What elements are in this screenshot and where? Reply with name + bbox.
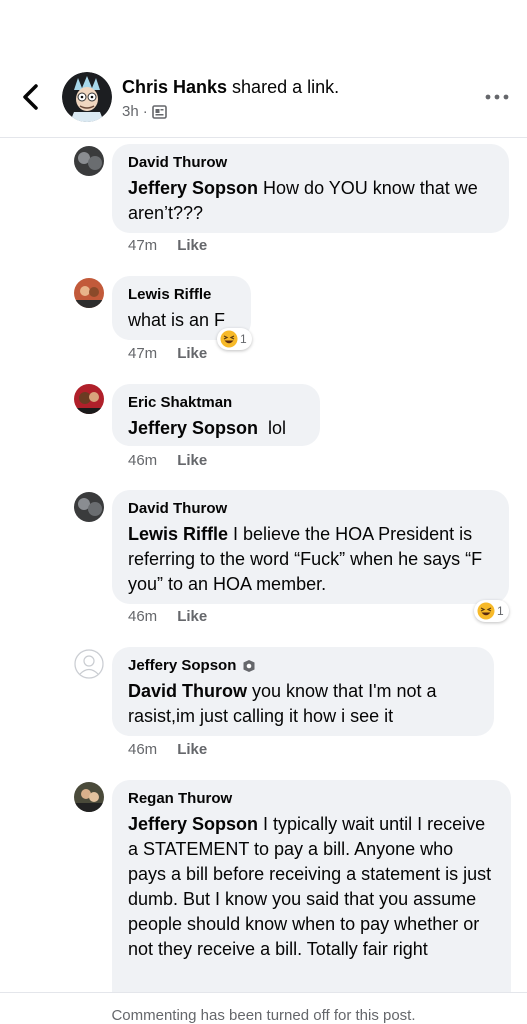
comment-text: David Thurow you know that I'm not a ras… [128, 679, 478, 729]
privacy-icon [151, 104, 167, 119]
reaction-count: 1 [240, 332, 247, 346]
avatar[interactable] [74, 146, 104, 176]
comment-actions: 46m Like [128, 452, 207, 469]
like-button[interactable]: Like [177, 608, 207, 625]
poster-avatar[interactable] [62, 72, 112, 122]
reaction-badge[interactable]: 1 [217, 328, 252, 350]
comment-bubble: Eric Shaktman Jeffery Sopson lol [112, 384, 320, 446]
mention[interactable]: David Thurow [128, 681, 247, 701]
footer-text: Commenting has been turned off for this … [111, 1007, 416, 1024]
like-button[interactable]: Like [177, 452, 207, 469]
comment-text: Jeffery Sopson I typically wait until I … [128, 812, 495, 962]
back-chevron-icon[interactable] [18, 82, 44, 112]
comment-body: lol [258, 418, 287, 438]
comment-bubble: David Thurow Lewis Riffle I believe the … [112, 490, 509, 604]
haha-reaction-icon [220, 330, 238, 348]
avatar[interactable] [74, 492, 104, 522]
comment-author[interactable]: David Thurow [128, 500, 493, 518]
mention[interactable]: Jeffery Sopson [128, 178, 258, 198]
comment-time[interactable]: 47m [128, 237, 157, 254]
comment-bubble: Regan Thurow Jeffery Sopson I typically … [112, 780, 511, 1000]
like-button[interactable]: Like [177, 741, 207, 758]
reaction-count: 1 [497, 604, 504, 618]
haha-reaction-icon [477, 602, 495, 620]
comment-actions: 46m Like [128, 608, 207, 625]
comment-text: what is an F [128, 310, 226, 330]
header-title: Chris Hanks shared a link. [122, 77, 339, 98]
like-button[interactable]: Like [177, 237, 207, 254]
mention[interactable]: Lewis Riffle [128, 524, 228, 544]
comment-time[interactable]: 47m [128, 345, 157, 362]
comment-author[interactable]: David Thurow [128, 154, 493, 172]
comment-body: I typically wait until I receive a STATE… [128, 814, 492, 959]
like-button[interactable]: Like [177, 345, 207, 362]
comment-author-row: Jeffery Sopson [128, 657, 478, 675]
post-meta: 3h · [122, 103, 167, 120]
comment-time[interactable]: 46m [128, 452, 157, 469]
moderator-badge-icon [243, 660, 255, 672]
comment-actions: 46m Like [128, 741, 207, 758]
more-icon[interactable] [484, 92, 510, 102]
reaction-badge[interactable]: 1 [474, 600, 509, 622]
poster-name[interactable]: Chris Hanks [122, 77, 227, 97]
meta-separator: · [142, 103, 148, 120]
comment-text: Jeffery Sopson How do YOU know that we a… [128, 176, 493, 226]
post-header: Chris Hanks shared a link. 3h · [0, 0, 527, 138]
comment-bubble: Jeffery Sopson David Thurow you know tha… [112, 647, 494, 736]
avatar[interactable] [74, 384, 104, 414]
comments-disabled-notice: Commenting has been turned off for this … [0, 992, 527, 1024]
avatar[interactable] [74, 278, 104, 308]
comment-author[interactable]: Jeffery Sopson [128, 657, 236, 675]
comment-author[interactable]: Lewis Riffle [128, 286, 235, 304]
comment-bubble: David Thurow Jeffery Sopson How do YOU k… [112, 144, 509, 233]
comment-actions: 47m Like [128, 345, 207, 362]
comment-text: Jeffery Sopson lol [128, 416, 304, 441]
comment-text: Lewis Riffle I believe the HOA President… [128, 522, 493, 597]
avatar[interactable] [74, 782, 104, 812]
mention[interactable]: Jeffery Sopson [128, 814, 258, 834]
comment-time[interactable]: 46m [128, 608, 157, 625]
avatar[interactable] [74, 649, 104, 679]
comment-time[interactable]: 46m [128, 741, 157, 758]
mention[interactable]: Jeffery Sopson [128, 418, 258, 438]
comment-author[interactable]: Regan Thurow [128, 790, 495, 808]
comment-actions: 47m Like [128, 237, 207, 254]
post-action-text: shared a link. [227, 77, 340, 97]
post-time[interactable]: 3h [122, 103, 139, 120]
comment-author[interactable]: Eric Shaktman [128, 394, 304, 412]
